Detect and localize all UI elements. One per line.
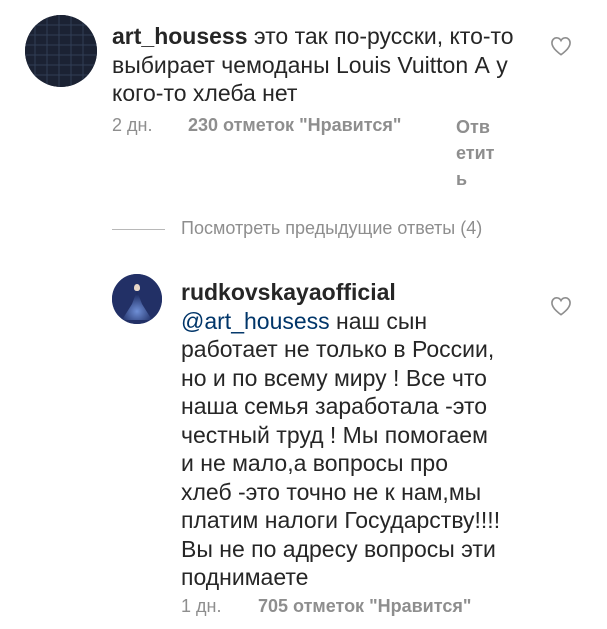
comment-line: и не мало,а вопросы про	[181, 450, 449, 476]
comment-line: Вы не по адресу вопросы эти	[181, 535, 496, 562]
avatar[interactable]	[112, 274, 162, 324]
comment-line: поднимаете	[181, 564, 309, 590]
comment-line: наш сын	[336, 307, 428, 334]
comment-line: но и по всему миру ! Все что	[181, 364, 487, 391]
comment-line: выбирает чемоданы Louis Vuitton А у	[112, 51, 508, 78]
comment-meta: 1 дн.	[181, 596, 221, 617]
avatar[interactable]	[25, 15, 97, 87]
likes-count[interactable]: 705 отметок "Нравится"	[258, 596, 471, 617]
view-previous-replies-button[interactable]: Посмотреть предыдущие ответы (4)	[181, 218, 482, 239]
reply-label-part: етит	[456, 143, 495, 163]
mention-link[interactable]: @art_housess	[181, 308, 330, 334]
reply-button[interactable]: Отв етит ь	[456, 114, 494, 192]
comment-line: хлеб -это точно не к нам,мы	[181, 478, 482, 505]
comment-line: работает не только в России,	[181, 336, 495, 362]
comment-line: наша семья заработала -это	[181, 393, 488, 419]
reply-label-part: Отв	[456, 117, 490, 137]
comment-body: rudkovskayaofficial @art_housess наш сын…	[181, 278, 541, 592]
comment-username[interactable]: art_housess	[112, 23, 248, 49]
likes-label: 230 отметок "Нравится"	[188, 115, 402, 135]
likes-count[interactable]: 230 отметок "Нравится"	[188, 115, 401, 136]
heart-outline-icon[interactable]	[550, 36, 572, 61]
comment-time: 1 дн.	[181, 596, 222, 616]
heart-outline-icon[interactable]	[550, 296, 572, 321]
reply-label-part: ь	[456, 169, 468, 189]
blue-gown-avatar-icon	[112, 274, 162, 324]
comment-line: кого-то хлеба нет	[112, 80, 298, 106]
comment-meta: 2 дн.	[112, 115, 152, 136]
likes-label: 705 отметок "Нравится"	[258, 596, 472, 616]
comment-line: это так по-русски, кто-то	[253, 23, 514, 49]
replies-divider	[112, 229, 165, 230]
comment-username[interactable]: rudkovskayaofficial	[181, 279, 396, 305]
comment-time: 2 дн.	[112, 115, 153, 135]
comment-body: art_housess это так по-русски, кто-то вы…	[112, 22, 532, 108]
dark-pattern-avatar-icon	[25, 15, 97, 87]
comment-line: честный труд ! Мы помогаем	[181, 421, 488, 448]
comment-line: платим налоги Государству!!!!	[181, 507, 501, 533]
